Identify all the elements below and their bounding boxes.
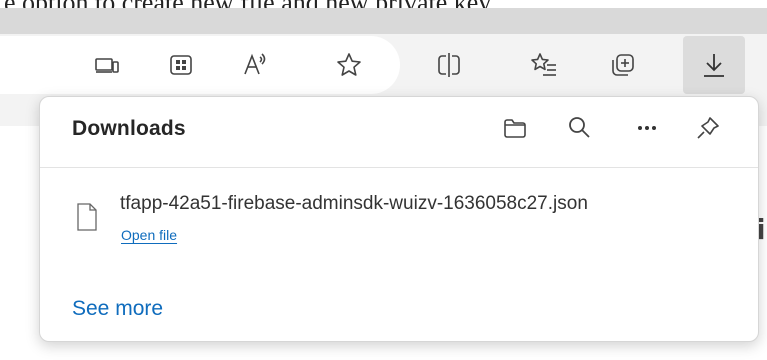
see-more-link[interactable]: See more bbox=[72, 297, 163, 321]
open-file-link[interactable]: Open file bbox=[121, 227, 177, 243]
tab-strip-band bbox=[0, 8, 767, 34]
favorite-star-icon[interactable] bbox=[332, 48, 366, 82]
favorites-list-icon[interactable] bbox=[527, 48, 561, 82]
download-icon bbox=[704, 54, 724, 77]
pin-icon[interactable] bbox=[691, 111, 725, 145]
split-screen-icon[interactable] bbox=[432, 48, 466, 82]
app-available-icon[interactable] bbox=[90, 48, 124, 82]
more-options-icon[interactable] bbox=[630, 111, 664, 145]
download-button[interactable] bbox=[683, 36, 745, 94]
downloads-panel: Downloads tfapp-42a51-firebase-adminsdk-… bbox=[39, 96, 759, 342]
download-file-name[interactable]: tfapp-42a51-firebase-adminsdk-wuizv-1636… bbox=[120, 193, 588, 215]
page-left-margin bbox=[0, 126, 40, 360]
read-aloud-icon[interactable] bbox=[238, 48, 272, 82]
collections-icon[interactable] bbox=[605, 48, 639, 82]
open-folder-icon[interactable] bbox=[498, 111, 532, 145]
downloads-title: Downloads bbox=[72, 117, 186, 140]
file-icon bbox=[77, 203, 97, 231]
search-icon[interactable] bbox=[562, 111, 596, 145]
panel-divider bbox=[40, 167, 758, 168]
immersive-reader-icon[interactable] bbox=[164, 48, 198, 82]
